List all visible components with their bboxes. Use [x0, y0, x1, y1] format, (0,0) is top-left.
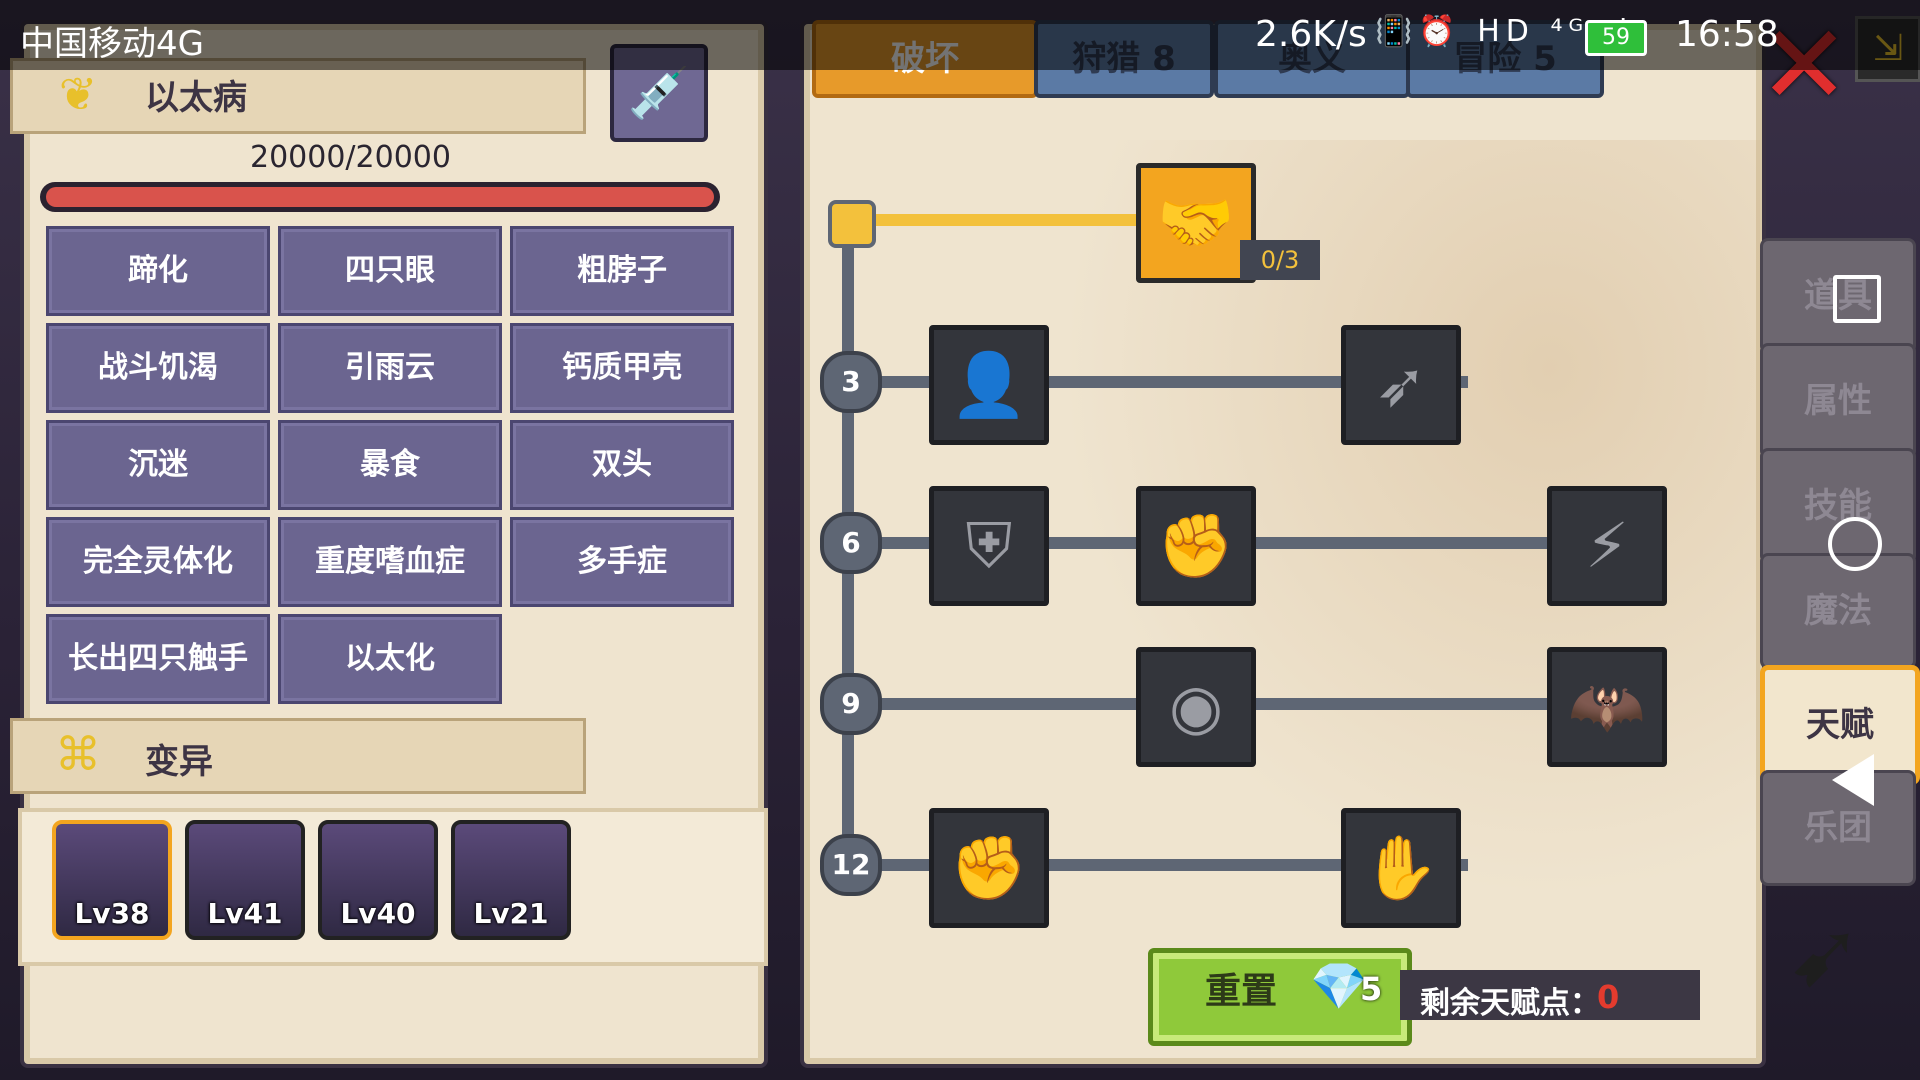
talent-progress: 0/3 [1240, 240, 1320, 280]
trait-button[interactable]: 钙质甲壳 [510, 323, 734, 413]
back-icon[interactable] [1832, 754, 1874, 806]
gem-icon: 💎 [1310, 959, 1368, 1013]
hp-bar-fill [46, 187, 714, 207]
grip-icon[interactable]: ✋ [1341, 808, 1461, 928]
character-portrait[interactable]: Lv21 [451, 820, 571, 940]
slash-icon[interactable]: ⚡ [1547, 486, 1667, 606]
trait-button[interactable]: 四只眼 [278, 226, 502, 316]
trait-button[interactable]: 长出四只触手 [46, 614, 270, 704]
disease-title: 以太病 [145, 78, 247, 118]
tree-line-active [848, 214, 1148, 226]
ether-icon: ❦ [58, 67, 98, 121]
remaining-points-value: 0 [1597, 978, 1620, 1016]
tree-level-marker: 6 [820, 512, 882, 574]
side-tab-1[interactable]: 属性 [1760, 343, 1916, 459]
character-level: Lv38 [74, 897, 150, 930]
mutation-title: 变异 [145, 742, 213, 782]
body-icon[interactable]: 👤 [929, 325, 1049, 445]
trait-button[interactable]: 多手症 [510, 517, 734, 607]
recent-apps-icon[interactable] [1833, 275, 1881, 323]
character-portrait[interactable]: Lv40 [318, 820, 438, 940]
network-speed: 2.6K/s [1255, 14, 1367, 55]
trait-button[interactable]: 重度嗜血症 [278, 517, 502, 607]
reset-cost: 5 [1360, 970, 1383, 1008]
shield-crack-icon[interactable]: ⛨ [929, 486, 1049, 606]
trait-button[interactable]: 完全灵体化 [46, 517, 270, 607]
trait-button[interactable]: 蹄化 [46, 226, 270, 316]
character-portrait[interactable]: Lv38 [52, 820, 172, 940]
reset-label: 重置 [1205, 971, 1278, 1012]
bow-icon: ➹ [1787, 902, 1863, 1007]
clock: 16:58 [1675, 14, 1779, 55]
fist-icon[interactable]: ✊ [929, 808, 1049, 928]
arm-wrestle-icon[interactable]: 🤝 [1136, 163, 1256, 283]
trait-button[interactable]: 沉迷 [46, 420, 270, 510]
tree-level-marker: 9 [820, 673, 882, 735]
character-level: Lv40 [340, 897, 416, 930]
arrow-icon[interactable]: ➶ [1341, 325, 1461, 445]
home-icon[interactable] [1828, 517, 1882, 571]
remaining-points-label: 剩余天赋点： [1420, 986, 1600, 1021]
syringe-icon: 💉 [627, 64, 691, 122]
bat-icon[interactable]: 🦇 [1547, 647, 1667, 767]
character-level: Lv41 [207, 897, 283, 930]
trait-button[interactable]: 粗脖子 [510, 226, 734, 316]
tree-start-node [828, 200, 876, 248]
tree-level-marker: 3 [820, 351, 882, 413]
character-level: Lv21 [473, 897, 549, 930]
dna-icon: ⌘ [55, 727, 101, 781]
trait-button[interactable]: 战斗饥渴 [46, 323, 270, 413]
status-bar: 中国移动4G 2.6K/s 📳⏰ HD ⁴ᴳ.ıl 59 16:58 [0, 0, 1920, 70]
trait-button[interactable]: 引雨云 [278, 323, 502, 413]
battery-icon: 59 [1585, 20, 1647, 56]
carrier-label: 中国移动4G [20, 24, 204, 64]
trait-button[interactable]: 暴食 [278, 420, 502, 510]
trait-button[interactable]: 以太化 [278, 614, 502, 704]
side-tab-3[interactable]: 魔法 [1760, 553, 1916, 669]
tree-level-marker: 12 [820, 834, 882, 896]
character-portrait[interactable]: Lv41 [185, 820, 305, 940]
hp-value: 20000/20000 [250, 140, 451, 175]
trait-button[interactable]: 双头 [510, 420, 734, 510]
ripple-icon[interactable]: ◉ [1136, 647, 1256, 767]
fist-punch-icon[interactable]: ✊ [1136, 486, 1256, 606]
